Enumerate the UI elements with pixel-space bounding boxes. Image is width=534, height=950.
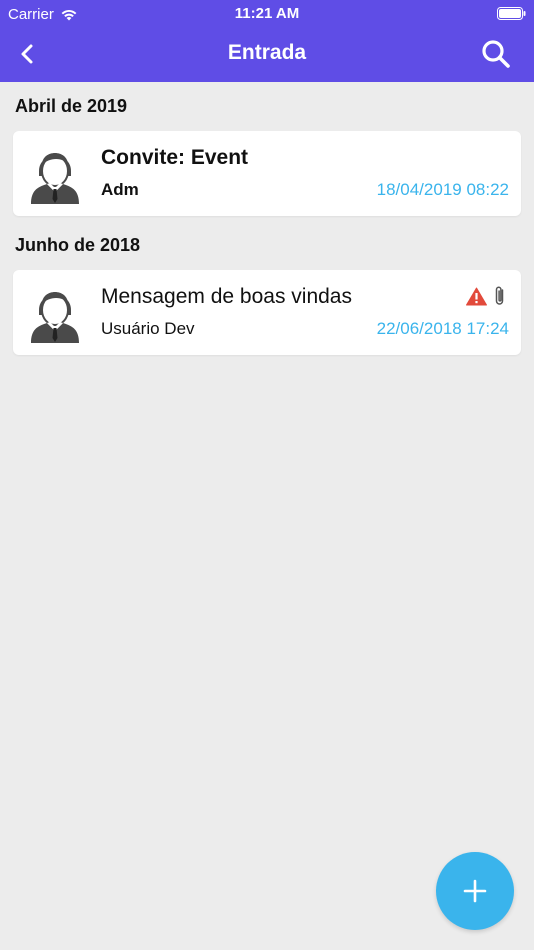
user-avatar-icon (31, 292, 79, 343)
attachment-paperclip-icon (495, 286, 504, 305)
status-bar: Carrier 11:21 AM (0, 0, 534, 28)
message-item[interactable]: Mensagem de boas vindas Usuário Dev 22/0… (13, 270, 521, 355)
message-subject: Convite: Event (101, 146, 249, 169)
message-date: 18/04/2019 08:22 (376, 180, 509, 199)
message-subject: Mensagem de boas vindas (101, 285, 352, 308)
battery-icon (497, 7, 526, 20)
section-header: Junho de 2018 (15, 235, 141, 255)
status-time: 11:21 AM (234, 5, 300, 22)
warning-icon (466, 287, 487, 305)
message-date: 22/06/2018 17:24 (376, 319, 509, 338)
page-title: Entrada (227, 41, 307, 64)
compose-fab-button[interactable] (436, 852, 514, 930)
plus-icon (463, 879, 487, 903)
top-bar: Carrier 11:21 AM Entrada (0, 0, 534, 82)
message-flags (466, 285, 507, 307)
search-icon[interactable] (480, 38, 512, 70)
user-avatar-icon (31, 153, 79, 204)
section-header: Abril de 2019 (15, 96, 128, 116)
message-sender: Usuário Dev (101, 319, 195, 338)
message-sender: Adm (101, 180, 139, 199)
message-item[interactable]: Convite: Event Adm 18/04/2019 08:22 (13, 131, 521, 216)
navigation-bar: Entrada (0, 30, 534, 78)
